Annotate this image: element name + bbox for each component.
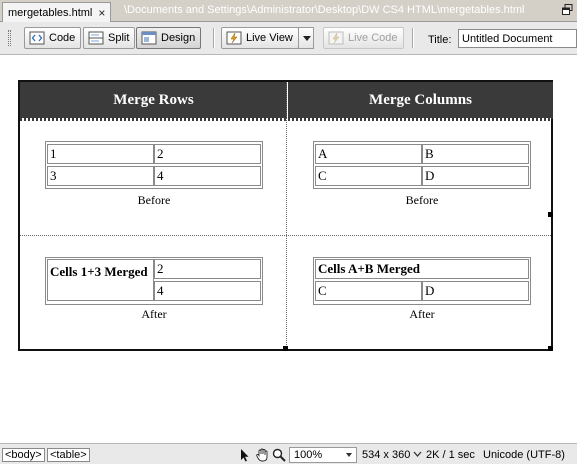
live-code-label: Live Code xyxy=(348,32,398,44)
window-size-select[interactable]: 534 x 360 xyxy=(362,449,422,461)
live-code-icon xyxy=(328,31,344,45)
design-view-label: Design xyxy=(161,32,196,44)
encoding-label: Unicode (UTF-8) xyxy=(483,449,565,461)
table-cell[interactable]: 1 xyxy=(47,144,154,164)
toolbar-grip[interactable] xyxy=(8,30,11,46)
split-view-icon xyxy=(88,31,104,45)
outer-layout-table[interactable]: Merge Rows Merge Columns 1 2 3 4 Before … xyxy=(18,80,553,351)
table-cell[interactable]: B xyxy=(422,144,529,164)
toolbar-separator xyxy=(412,28,414,48)
merged-cell-rows[interactable]: Cells 1+3 Merged xyxy=(47,259,154,301)
chevron-down-icon xyxy=(413,451,422,457)
document-tab[interactable]: mergetables.html × xyxy=(2,2,112,22)
live-code-button[interactable]: Live Code xyxy=(323,27,404,49)
table-cell[interactable]: 2 xyxy=(154,144,261,164)
document-tab-filename[interactable]: mergetables.html xyxy=(8,7,92,19)
document-toolbar: Code Split Design Live View Live Code Ti… xyxy=(0,22,577,55)
table-cell[interactable]: C xyxy=(315,166,422,186)
table-cell[interactable]: 4 xyxy=(154,281,261,301)
code-view-label: Code xyxy=(49,32,76,44)
split-view-button[interactable]: Split xyxy=(83,27,136,49)
download-size: 2K / 1 sec xyxy=(426,449,475,461)
design-canvas[interactable]: Merge Rows Merge Columns 1 2 3 4 Before … xyxy=(0,56,577,443)
header-merge-rows[interactable]: Merge Rows xyxy=(20,82,287,119)
before-columns-table[interactable]: A B C D xyxy=(313,141,531,189)
design-view-icon xyxy=(141,31,157,45)
resize-handle-corner[interactable] xyxy=(548,346,553,351)
after-columns-caption: After xyxy=(409,307,435,321)
table-cell[interactable]: D xyxy=(422,281,529,301)
column-divider xyxy=(286,82,287,349)
table-cell[interactable]: C xyxy=(315,281,422,301)
tag-selector-table[interactable]: <table> xyxy=(47,448,90,462)
before-rows-table[interactable]: 1 2 3 4 xyxy=(45,141,263,189)
zoom-select[interactable]: 100% xyxy=(289,447,357,463)
close-tab-icon[interactable]: × xyxy=(98,7,105,19)
resize-handle-bottom[interactable] xyxy=(283,346,288,351)
table-cell[interactable]: 4 xyxy=(154,166,261,186)
table-row: 3 4 xyxy=(47,165,261,187)
tag-selector-body[interactable]: <body> xyxy=(2,448,45,462)
select-tool-icon[interactable] xyxy=(236,447,252,463)
document-tab-bar: mergetables.html × \Documents and Settin… xyxy=(0,0,577,22)
before-rows-caption: Before xyxy=(137,193,171,207)
row-divider xyxy=(20,235,551,236)
code-view-icon xyxy=(29,31,45,45)
table-cell[interactable]: 2 xyxy=(154,259,261,279)
document-path: \Documents and Settings\Administrator\De… xyxy=(124,4,525,16)
zoom-tool-icon[interactable] xyxy=(271,447,287,463)
table-cell[interactable]: 3 xyxy=(47,166,154,186)
design-view-button[interactable]: Design xyxy=(136,27,202,49)
split-view-label: Split xyxy=(108,32,130,44)
live-view-options-dropdown[interactable] xyxy=(298,27,314,49)
title-label: Title: xyxy=(428,34,452,46)
live-view-icon xyxy=(226,31,242,45)
window-size-value: 534 x 360 xyxy=(362,449,411,461)
table-cell[interactable]: A xyxy=(315,144,422,164)
toolbar-separator xyxy=(213,28,215,48)
resize-handle-right[interactable] xyxy=(548,212,553,217)
merged-cell-columns[interactable]: Cells A+B Merged xyxy=(315,259,529,279)
table-cell[interactable]: D xyxy=(422,166,529,186)
live-view-label: Live View xyxy=(246,32,293,44)
code-view-button[interactable]: Code xyxy=(24,27,82,49)
after-rows-caption: After xyxy=(141,307,167,321)
after-columns-table[interactable]: Cells A+B Merged C D xyxy=(313,257,531,305)
table-row: A B xyxy=(315,143,529,165)
restore-window-icon[interactable] xyxy=(562,4,573,15)
table-row: 1 2 xyxy=(47,143,261,165)
table-row: C D xyxy=(315,165,529,187)
before-columns-caption: Before xyxy=(405,193,439,207)
status-bar: <body> <table> 100% 534 x 360 2K / 1 sec… xyxy=(0,443,577,464)
header-merge-columns[interactable]: Merge Columns xyxy=(288,82,553,119)
hand-tool-icon[interactable] xyxy=(254,447,270,463)
after-rows-table[interactable]: Cells 1+3 Merged 2 4 xyxy=(45,257,263,305)
live-view-button[interactable]: Live View xyxy=(221,27,299,49)
document-title-input[interactable] xyxy=(458,29,577,48)
